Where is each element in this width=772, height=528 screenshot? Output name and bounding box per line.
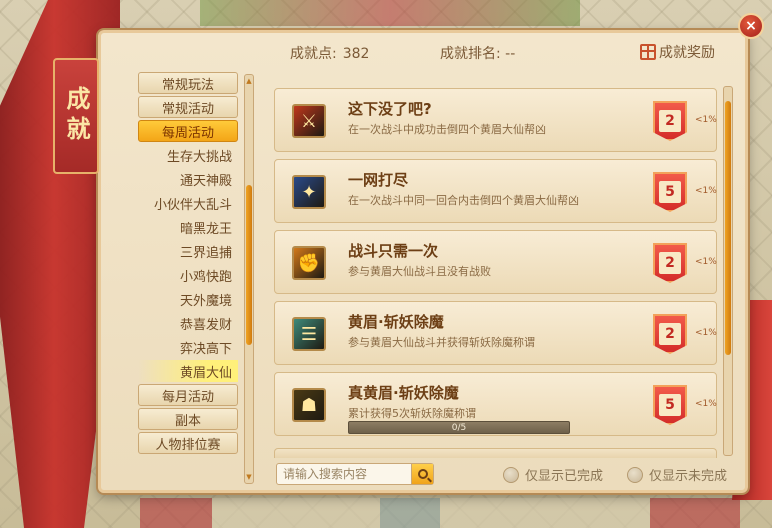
achievement-reward-button[interactable]: 成就奖励 xyxy=(640,42,715,62)
achievement-card[interactable]: ☰ 黄眉·斩妖除魔参与黄眉大仙战斗并获得斩妖除魔称谓 2 <1% xyxy=(274,301,717,365)
scroll-down-arrow-icon[interactable]: ▼ xyxy=(244,472,254,482)
reward-label: 成就奖励 xyxy=(659,45,715,61)
list-scrollbar[interactable] xyxy=(723,86,733,456)
menu-category-item[interactable]: 人物排位赛 xyxy=(138,432,238,454)
achievement-card[interactable]: ☗ 真黄眉·斩妖除魔累计获得5次斩妖除魔称谓 0/5 5 <1% xyxy=(274,372,717,436)
achievement-card[interactable]: ✦ 一网打尽在一次战斗中同一回合内击倒四个黄眉大仙帮凶 5 <1% xyxy=(274,159,717,223)
search-icon xyxy=(417,469,428,479)
menu-scroll-thumb[interactable] xyxy=(246,185,252,345)
rank-value: -- xyxy=(505,46,516,62)
achievement-completion-rate: <1% xyxy=(695,328,717,338)
list-scroll-thumb[interactable] xyxy=(725,101,731,355)
achievement-points-value: 2 xyxy=(659,323,681,345)
filter-completed-radio[interactable]: 仅显示已完成 xyxy=(503,465,603,484)
menu-category-item[interactable]: 副本 xyxy=(138,408,238,430)
progress-text: 0/5 xyxy=(451,422,467,433)
menu-sub-item[interactable]: 弈决高下 xyxy=(138,336,238,358)
menu-sub-item[interactable]: 三界追捕 xyxy=(138,240,238,262)
achievement-description: 参与黄眉大仙战斗且没有战败 xyxy=(348,265,491,278)
menu-sub-item[interactable]: 暗黑龙王 xyxy=(138,216,238,238)
filter-incomplete-label: 仅显示未完成 xyxy=(649,469,728,484)
achievement-completion-rate: <1% xyxy=(695,257,717,267)
achievement-description: 在一次战斗中同一回合内击倒四个黄眉大仙帮凶 xyxy=(348,194,579,207)
panel-title: 成就 xyxy=(53,58,99,174)
radio-dot-icon[interactable] xyxy=(503,466,519,483)
points-badge-icon: 2 xyxy=(653,314,687,354)
menu-sub-item[interactable]: 天外魔境 xyxy=(138,288,238,310)
points-badge-icon: 2 xyxy=(653,243,687,283)
points-badge-icon: 2 xyxy=(653,101,687,141)
menu-sub-item[interactable]: 黄眉大仙 xyxy=(138,360,238,382)
achievement-completion-rate: <1% xyxy=(695,186,717,196)
achievement-points-value: 2 xyxy=(659,110,681,132)
search-box xyxy=(276,463,434,485)
achievement-completion-rate: <1% xyxy=(695,115,717,125)
background-decoration-bottom xyxy=(140,498,740,528)
shuriken-icon: ✦ xyxy=(292,175,326,209)
points-value: 382 xyxy=(342,46,370,62)
achievement-title: 黄眉·斩妖除魔 xyxy=(348,313,444,331)
achievement-description: 在一次战斗中成功击倒四个黄眉大仙帮凶 xyxy=(348,123,546,136)
monster-icon: ☗ xyxy=(292,388,326,422)
achievement-progress-bar: 0/5 xyxy=(348,421,570,434)
background-decoration-top xyxy=(200,0,580,26)
achievement-title: 这下没了吧? xyxy=(348,100,432,118)
category-menu: 常规玩法 常规活动 每周活动 生存大挑战 通天神殿 小伙伴大乱斗 暗黑龙王 三界追捕 小鸡快跑天… xyxy=(138,72,242,454)
achievement-title: 真黄眉·斩妖除魔 xyxy=(348,384,459,402)
achievement-description: 参与黄眉大仙战斗并获得斩妖除魔称谓 xyxy=(348,336,535,349)
achievement-description: 累计获得5次斩妖除魔称谓 xyxy=(348,407,476,420)
fighter-icon: ✊ xyxy=(292,246,326,280)
achievement-rank: 成就排名: -- xyxy=(440,43,515,63)
achievement-card[interactable]: ✊ 战斗只需一次参与黄眉大仙战斗且没有战败 2 <1% xyxy=(274,230,717,294)
filter-completed-label: 仅显示已完成 xyxy=(525,469,604,484)
menu-sub-item[interactable]: 生存大挑战 xyxy=(138,144,238,166)
rank-label: 成就排名: xyxy=(440,46,501,62)
points-badge-icon: 5 xyxy=(653,385,687,425)
points-badge-icon: 5 xyxy=(653,172,687,212)
search-input[interactable] xyxy=(277,464,413,484)
menu-sub-item[interactable]: 通天神殿 xyxy=(138,168,238,190)
menu-category-item[interactable]: 每月活动 xyxy=(138,384,238,406)
menu-category-item[interactable]: 每周活动 xyxy=(138,120,238,142)
menu-sub-item[interactable]: 小伙伴大乱斗 xyxy=(138,192,238,214)
close-button[interactable]: × xyxy=(738,13,764,39)
achievement-points-value: 5 xyxy=(659,181,681,203)
menu-scrollbar[interactable]: ▲ ▼ xyxy=(244,74,254,484)
achievement-title: 战斗只需一次 xyxy=(348,242,439,260)
gift-icon xyxy=(640,44,656,60)
scroll-up-arrow-icon[interactable]: ▲ xyxy=(244,76,254,86)
filter-incomplete-radio[interactable]: 仅显示未完成 xyxy=(627,465,727,484)
menu-category-item[interactable]: 常规活动 xyxy=(138,96,238,118)
achievement-points-value: 5 xyxy=(659,394,681,416)
achievement-card[interactable]: ⚔ 这下没了吧? 在一次战斗中成功击倒四个黄眉大仙帮凶 2 <1% xyxy=(274,88,717,152)
search-button[interactable] xyxy=(411,464,433,484)
achievement-title: 一网打尽 xyxy=(348,171,409,189)
achievement-completion-rate: <1% xyxy=(695,399,717,409)
menu-category-item[interactable]: 常规玩法 xyxy=(138,72,238,94)
menu-sub-item[interactable]: 小鸡快跑 xyxy=(138,264,238,286)
achievement-list: ⚔ 这下没了吧? 在一次战斗中成功击倒四个黄眉大仙帮凶 2 <1% ✦ 一网打尽在一次战斗中… xyxy=(272,86,717,456)
radio-dot-icon[interactable] xyxy=(627,466,643,483)
menu-sub-item[interactable]: 恭喜发财 xyxy=(138,312,238,334)
achievement-points-value: 2 xyxy=(659,252,681,274)
achievement-card-partial xyxy=(274,448,717,458)
points-label: 成就点: xyxy=(290,46,337,62)
scroll-icon: ☰ xyxy=(292,317,326,351)
achievement-points: 成就点: 382 xyxy=(290,43,375,63)
sword-icon: ⚔ xyxy=(292,104,326,138)
